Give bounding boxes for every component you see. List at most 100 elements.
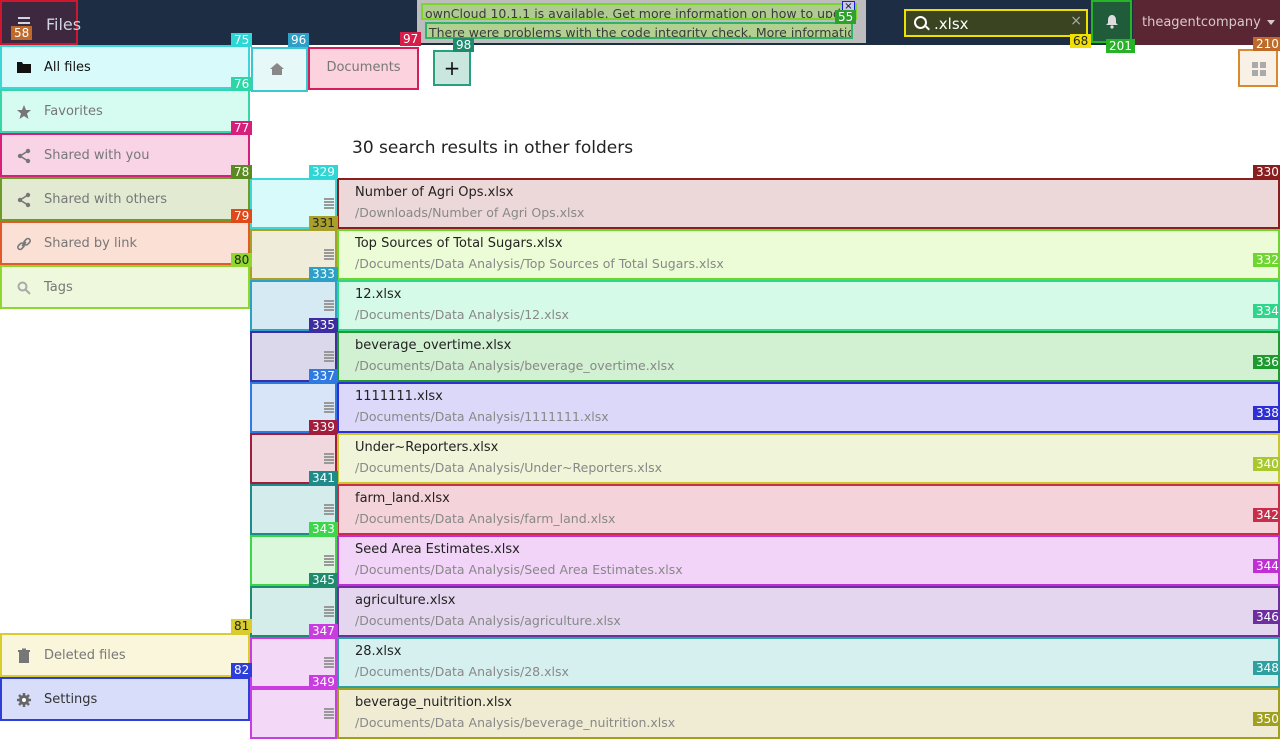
mark-label: 340 — [1253, 457, 1280, 471]
search-result-row[interactable]: beverage_nuitrition.xlsx/Documents/Data … — [250, 688, 1280, 739]
mark-label: 78 — [231, 165, 253, 179]
gear-icon — [16, 692, 32, 708]
file-info[interactable]: 28.xlsx/Documents/Data Analysis/28.xlsx — [337, 637, 1280, 688]
mark-label: 336 — [1253, 355, 1280, 369]
trash-icon — [16, 648, 32, 664]
mark-label: 345 — [309, 573, 338, 587]
file-info[interactable]: beverage_nuitrition.xlsx/Documents/Data … — [337, 688, 1280, 739]
file-thumbnail[interactable] — [250, 688, 337, 739]
mark-label: 76 — [231, 77, 253, 91]
sidebar-item-deleted-files[interactable]: Deleted files — [0, 633, 250, 677]
update-available-link[interactable]: ownCloud 10.1.1 is available. Get more i… — [421, 3, 857, 20]
spreadsheet-icon — [324, 555, 334, 567]
sidebar-item-all-files[interactable]: All files — [0, 45, 250, 89]
mark-label: 55 — [835, 10, 857, 24]
file-name: Number of Agri Ops.xlsx — [355, 185, 514, 200]
file-path: /Documents/Data Analysis/1111111.xlsx — [355, 409, 609, 424]
mark-label: 344 — [1253, 559, 1280, 573]
mark-label: 201 — [1106, 39, 1135, 53]
sidebar-item-favorites[interactable]: Favorites — [0, 89, 250, 133]
file-name: 28.xlsx — [355, 644, 402, 659]
mark-label: 331 — [309, 216, 338, 230]
search-result-row[interactable]: Top Sources of Total Sugars.xlsx/Documen… — [250, 229, 1280, 280]
sidebar-item-label: Shared with you — [44, 148, 150, 163]
new-file-button[interactable]: + — [433, 50, 471, 86]
mark-label: 338 — [1253, 406, 1280, 420]
search-result-row[interactable]: farm_land.xlsx/Documents/Data Analysis/f… — [250, 484, 1280, 535]
mark-label: 75 — [231, 33, 253, 47]
search-result-row[interactable]: Number of Agri Ops.xlsx/Downloads/Number… — [250, 178, 1280, 229]
mark-label: 339 — [309, 420, 338, 434]
file-name: 12.xlsx — [355, 287, 402, 302]
file-info[interactable]: farm_land.xlsx/Documents/Data Analysis/f… — [337, 484, 1280, 535]
app-title: Files — [46, 15, 82, 34]
mark-label: 81 — [231, 619, 253, 633]
mark-label: 96 — [288, 33, 310, 47]
mark-label: 342 — [1253, 508, 1280, 522]
file-info[interactable]: Seed Area Estimates.xlsx/Documents/Data … — [337, 535, 1280, 586]
sidebar-item-label: All files — [44, 60, 91, 75]
mark-label: 333 — [309, 267, 338, 281]
file-info[interactable]: Under~Reporters.xlsx/Documents/Data Anal… — [337, 433, 1280, 484]
file-name: Under~Reporters.xlsx — [355, 440, 499, 455]
mark-label: 343 — [309, 522, 338, 536]
mark-label: 348 — [1253, 661, 1280, 675]
search-result-row[interactable]: 12.xlsx/Documents/Data Analysis/12.xlsx — [250, 280, 1280, 331]
sidebar-item-settings[interactable]: Settings — [0, 677, 250, 721]
sidebar-item-label: Shared by link — [44, 236, 137, 251]
star-icon — [16, 104, 32, 120]
breadcrumb-home[interactable] — [251, 47, 308, 92]
file-name: Top Sources of Total Sugars.xlsx — [355, 236, 563, 251]
sidebar-item-shared-by-link[interactable]: Shared by link — [0, 221, 250, 265]
file-path: /Documents/Data Analysis/Top Sources of … — [355, 256, 724, 271]
mark-label: 77 — [231, 121, 253, 135]
sidebar-item-shared-with-you[interactable]: Shared with you — [0, 133, 250, 177]
mark-label: 349 — [309, 675, 338, 689]
sidebar-item-label: Tags — [44, 280, 73, 295]
mark-label: 347 — [309, 624, 338, 638]
sidebar-item-tags[interactable]: Tags — [0, 265, 250, 309]
integrity-check-link[interactable]: There were problems with the code integr… — [425, 22, 853, 39]
mark-label: 335 — [309, 318, 338, 332]
file-info[interactable]: 1111111.xlsx/Documents/Data Analysis/111… — [337, 382, 1280, 433]
app-menu-button[interactable]: Files 58 — [0, 0, 82, 45]
search-result-row[interactable]: 28.xlsx/Documents/Data Analysis/28.xlsx — [250, 637, 1280, 688]
top-header-bar: Files 58 ownCloud 10.1.1 is available. G… — [0, 0, 1280, 53]
spreadsheet-icon — [324, 351, 334, 363]
search-input[interactable] — [932, 13, 1076, 35]
search-result-row[interactable]: Under~Reporters.xlsx/Documents/Data Anal… — [250, 433, 1280, 484]
file-path: /Documents/Data Analysis/agriculture.xls… — [355, 613, 621, 628]
spreadsheet-icon — [324, 606, 334, 618]
search-result-row[interactable]: 1111111.xlsx/Documents/Data Analysis/111… — [250, 382, 1280, 433]
search-results-heading: 30 search results in other folders — [352, 138, 634, 158]
file-info[interactable]: Number of Agri Ops.xlsx/Downloads/Number… — [337, 178, 1280, 229]
mark-label: 350 — [1253, 712, 1280, 726]
grid-view-toggle[interactable] — [1238, 49, 1278, 87]
file-info[interactable]: beverage_overtime.xlsx/Documents/Data An… — [337, 331, 1280, 382]
mark-label: 329 — [309, 165, 338, 179]
file-info[interactable]: agriculture.xlsx/Documents/Data Analysis… — [337, 586, 1280, 637]
caret-down-icon — [1266, 20, 1275, 25]
mark-label: 334 — [1253, 304, 1280, 318]
mark-label: 337 — [309, 369, 338, 383]
search-result-row[interactable]: Seed Area Estimates.xlsx/Documents/Data … — [250, 535, 1280, 586]
spreadsheet-icon — [324, 402, 334, 414]
notifications-button[interactable] — [1091, 0, 1132, 43]
spreadsheet-icon — [324, 300, 334, 312]
search-field[interactable]: × — [904, 9, 1088, 37]
file-info[interactable]: 12.xlsx/Documents/Data Analysis/12.xlsx — [337, 280, 1280, 331]
search-result-row[interactable]: beverage_overtime.xlsx/Documents/Data An… — [250, 331, 1280, 382]
file-path: /Documents/Data Analysis/28.xlsx — [355, 664, 569, 679]
search-icon — [914, 16, 927, 29]
file-info[interactable]: Top Sources of Total Sugars.xlsx/Documen… — [337, 229, 1280, 280]
spreadsheet-icon — [324, 249, 334, 261]
mark-label: 346 — [1253, 610, 1280, 624]
clear-search-icon[interactable]: × — [1070, 13, 1082, 29]
breadcrumb-documents[interactable]: Documents — [308, 47, 419, 90]
sidebar-item-shared-with-others[interactable]: Shared with others — [0, 177, 250, 221]
share-icon — [16, 192, 32, 208]
spreadsheet-icon — [324, 198, 334, 210]
file-name: Seed Area Estimates.xlsx — [355, 542, 520, 557]
search-result-row[interactable]: agriculture.xlsx/Documents/Data Analysis… — [250, 586, 1280, 637]
mark-label: 82 — [231, 663, 253, 677]
